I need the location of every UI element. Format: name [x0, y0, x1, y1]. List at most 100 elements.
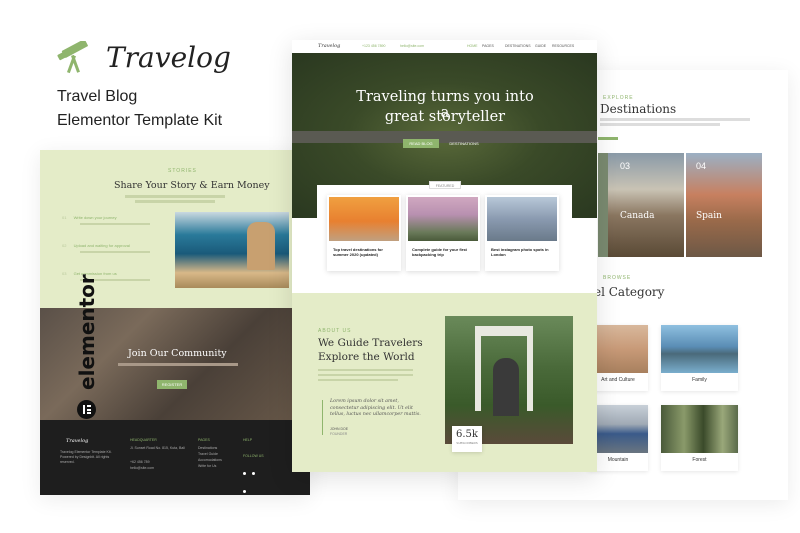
nav-item-destinations[interactable]: DESTINATIONS [505, 44, 531, 48]
top-nav: Travelog +123 456 7890 hello@site.com HO… [292, 40, 597, 53]
footer: Travelog Travelog Elementor Template Kit… [40, 420, 310, 495]
post-card-1[interactable]: Top travel destinations for summer 2020 … [327, 195, 401, 271]
post-title[interactable]: Best instagram photo spots in London [487, 247, 557, 257]
brand-subtitle-2: Elementor Template Kit [57, 112, 223, 129]
destination-name: Canada [620, 211, 655, 221]
story-label: STORIES [168, 168, 197, 174]
destinations-desc [600, 118, 750, 126]
category-name: Art and Culture [601, 377, 635, 383]
telescope-icon [57, 41, 88, 74]
footer-follow-label: FOLLOW US [243, 454, 264, 458]
post-image [329, 197, 399, 241]
featured-label: FEATURED [429, 181, 461, 189]
post-image [487, 197, 557, 241]
destinations-label: EXPLORE [603, 95, 634, 101]
featured-box: FEATURED Top travel destinations for sum… [317, 181, 572, 280]
twitter-icon[interactable] [252, 472, 256, 475]
footer-phone[interactable]: +62 456 789 [130, 460, 150, 464]
elementor-logo-text: elementor [75, 274, 99, 390]
destination-name: Spain [696, 211, 722, 221]
category-title: el Category [594, 285, 665, 299]
footer-link[interactable]: Write for Us [198, 464, 216, 468]
footer-address: Jl. Sunset Road No. 815, Kuta, Bali [130, 446, 185, 450]
nav-contact-phone[interactable]: +123 456 7890 [362, 44, 385, 48]
brand-subtitle-1: Travel Blog [57, 88, 138, 105]
post-card-3[interactable]: Best instagram photo spots in London [485, 195, 559, 271]
footer-link[interactable]: Accomodations [198, 458, 222, 462]
instagram-icon[interactable] [243, 490, 246, 493]
footer-desc: Travelog Elementor Template Kit. Powered… [60, 450, 112, 464]
category-image [661, 405, 738, 453]
about-desc [318, 374, 413, 376]
destination-card-canada[interactable]: 03 Canada [608, 153, 684, 257]
category-card-forest[interactable]: Forest [661, 405, 738, 471]
post-title[interactable]: Complete guide for your first backpackin… [408, 247, 478, 257]
category-name: Family [692, 377, 707, 383]
feature-desc [80, 251, 150, 253]
about-title-line2: Explore the World [318, 351, 415, 363]
subscribers-count: 6.5k [456, 429, 478, 440]
destination-number: 04 [696, 161, 707, 171]
elementor-icon [77, 400, 96, 419]
nav-item-pages[interactable]: PAGES [482, 44, 494, 48]
category-image [588, 325, 648, 373]
category-label: BROWSE [603, 275, 632, 281]
hero-title-line2: great storyteller [384, 109, 506, 125]
story-desc [125, 195, 225, 198]
about-image [445, 316, 573, 444]
register-button[interactable]: REGISTER [157, 380, 187, 389]
story-title: Share Your Story & Earn Money [114, 180, 270, 191]
footer-help-label: HELP [243, 438, 253, 442]
nav-item-home[interactable]: HOME [467, 44, 478, 48]
post-title[interactable]: Top travel destinations for summer 2020 … [329, 247, 399, 257]
category-card-mountain[interactable]: Mountain [588, 405, 648, 471]
footer-email[interactable]: hello@site.com [130, 466, 154, 470]
about-label: ABOUT US [318, 328, 352, 334]
subscribers-badge: 6.5k SUBSCRIBERS [452, 426, 482, 452]
story-desc [135, 200, 215, 203]
nav-item-guide[interactable]: GUIDE [535, 44, 546, 48]
nav-item-resources[interactable]: RESOURCES [552, 44, 574, 48]
social-icons [243, 462, 263, 493]
footer-hq-label: HEADQUARTER [130, 438, 157, 442]
feature-desc [80, 223, 150, 225]
quote-bar [322, 400, 323, 435]
category-card-family[interactable]: Family [661, 325, 738, 391]
community-title: Join Our Community [128, 348, 227, 359]
category-name: Mountain [607, 457, 629, 463]
destination-card-partial [598, 153, 608, 257]
subscribers-label: SUBSCRIBERS [456, 441, 478, 445]
destination-number: 03 [620, 161, 631, 171]
footer-logo: Travelog [66, 438, 89, 444]
category-image [588, 405, 648, 453]
destinations-link[interactable] [598, 137, 618, 140]
story-image [175, 212, 289, 288]
feature-title: Upload and waiting for approval [73, 243, 130, 248]
about-section: ABOUT US We Guide Travelers Explore the … [292, 293, 597, 472]
read-blog-button[interactable]: READ BLOG [403, 139, 439, 148]
nav-contact-email[interactable]: hello@site.com [400, 44, 424, 48]
post-card-2[interactable]: Complete guide for your first backpackin… [406, 195, 480, 271]
footer-link[interactable]: Travel Guide [198, 452, 218, 456]
feature-item-1: 01 Write down your journey [62, 215, 117, 220]
category-name: Forest [692, 457, 707, 463]
about-title-line1: We Guide Travelers [318, 337, 423, 349]
category-card-art[interactable]: Art and Culture [588, 325, 648, 391]
about-quote: Lorem ipsum dolor sit amet, consectetur … [330, 399, 421, 417]
footer-pages-label: PAGES [198, 438, 210, 442]
footer-link[interactable]: Destinations [198, 446, 217, 450]
destinations-title: Destinations [600, 102, 677, 116]
quote-author: JOHN DOE [330, 427, 349, 431]
nav-logo[interactable]: Travelog [318, 43, 340, 49]
category-image [661, 325, 738, 373]
about-desc [318, 369, 413, 371]
feature-title: Write down your journey [73, 215, 117, 220]
brand-name: Travelog [106, 41, 231, 74]
community-desc [118, 363, 238, 366]
about-desc [318, 379, 398, 381]
center-page-preview: Travelog +123 456 7890 hello@site.com HO… [292, 40, 597, 472]
facebook-icon[interactable] [243, 472, 246, 475]
destination-card-spain[interactable]: 04 Spain [686, 153, 762, 257]
destinations-button[interactable]: DESTINATIONS [442, 139, 486, 148]
feature-item-2: 02 Upload and waiting for approval [62, 243, 130, 248]
